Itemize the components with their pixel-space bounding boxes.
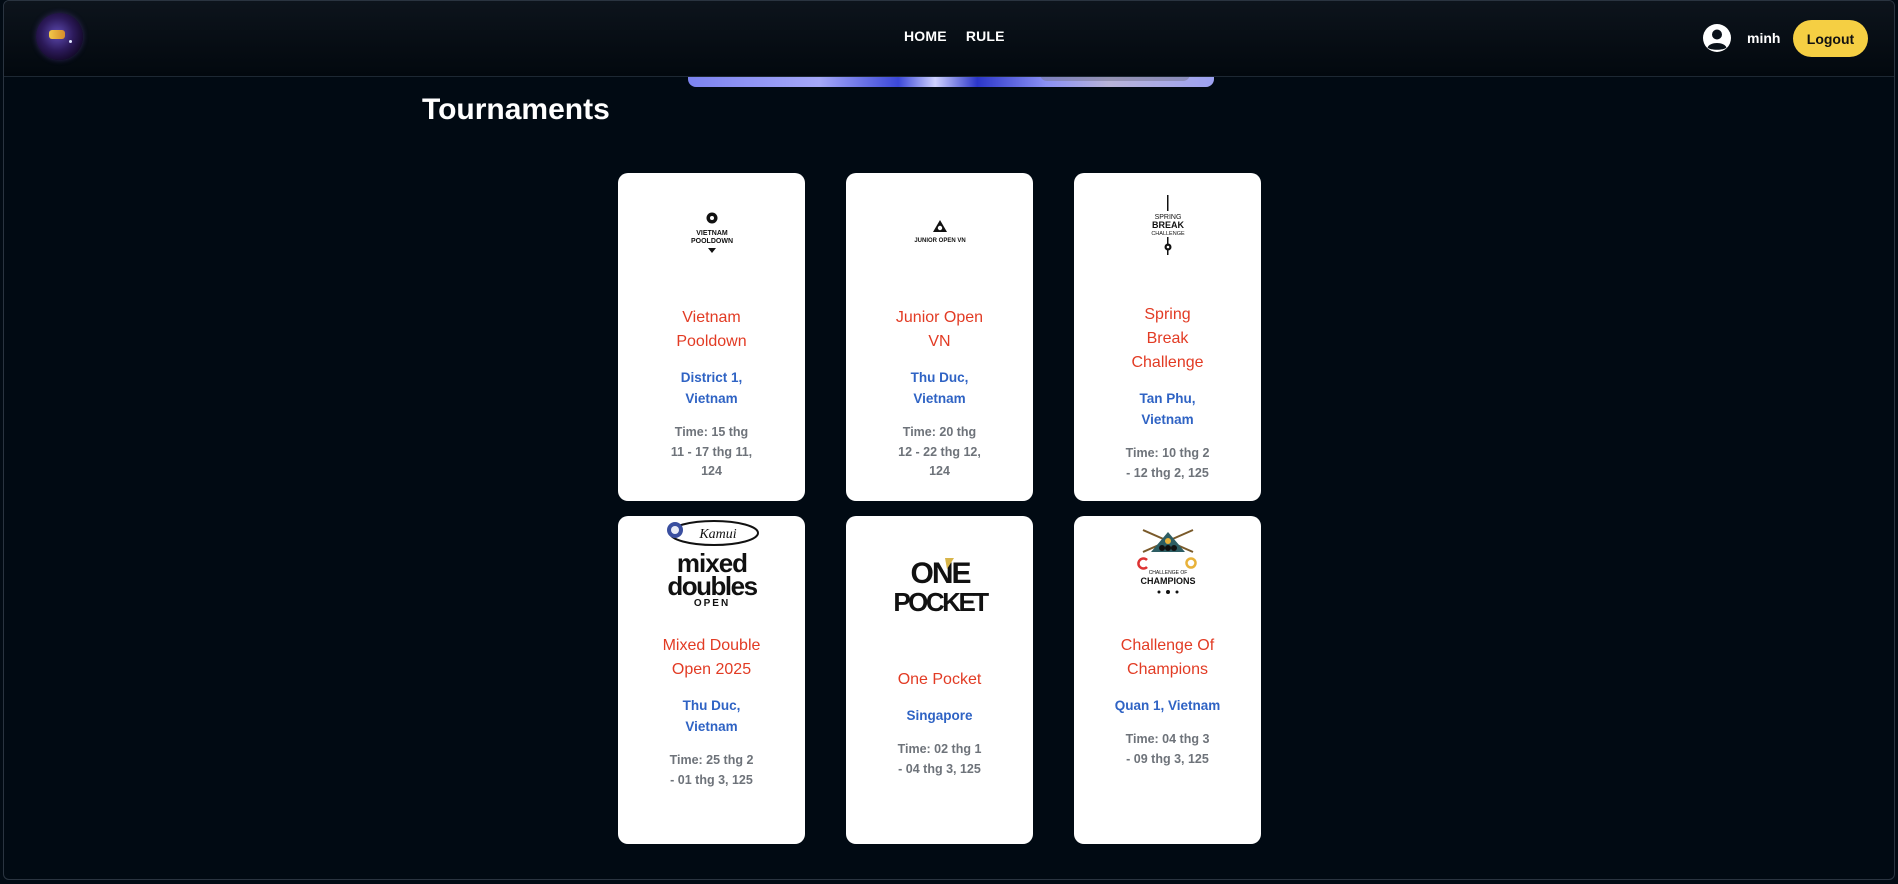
tournament-name[interactable]: One Pocket (885, 668, 995, 692)
svg-text:doubles: doubles (667, 571, 757, 601)
main-nav: HOME RULE (904, 28, 1005, 44)
tournament-logo: Kamui mixed doubles OPEN (618, 518, 805, 608)
nav-home-link[interactable]: HOME (904, 28, 947, 44)
svg-text:Kamui: Kamui (698, 527, 736, 542)
tournament-name[interactable]: Challenge Of Champions (1113, 634, 1223, 682)
browser-viewport: HOME RULE minh Logout Tournaments VIETNA… (3, 0, 1895, 880)
tournament-location: Thu Duc, Vietnam (682, 698, 741, 734)
tournament-location: District 1, Vietnam (680, 370, 743, 406)
tournament-time: Time: 25 thg 2 - 01 thg 3, 125 (669, 753, 754, 787)
tournament-time: Time: 02 thg 1 - 04 thg 3, 125 (897, 742, 982, 776)
logo-text: VIETNAM (696, 230, 728, 237)
tournament-name[interactable]: Mixed Double Open 2025 (657, 634, 767, 682)
tournament-logo: SPRING BREAK CHALLENGE (1074, 195, 1261, 255)
tournament-info: Vietnam Pooldown District 1, Vietnam Tim… (618, 306, 805, 482)
svg-text:POCKET: POCKET (893, 587, 989, 615)
tournament-info: One Pocket Singapore Time: 02 thg 1 - 04… (846, 668, 1033, 779)
tournament-logo: CHALLENGE OF CHAMPIONS (1074, 526, 1261, 602)
tournament-info: Mixed Double Open 2025 Thu Duc, Vietnam … (618, 634, 805, 790)
user-circle-icon[interactable] (1702, 23, 1732, 53)
svg-text:CHAMPIONS: CHAMPIONS (1140, 576, 1195, 586)
top-navbar: HOME RULE minh Logout (4, 1, 1894, 77)
tournament-card[interactable]: SPRING BREAK CHALLENGE Spring Break Chal… (1074, 173, 1261, 501)
tournament-location: Singapore (906, 708, 973, 723)
svg-text:JUNIOR OPEN VN: JUNIOR OPEN VN (914, 238, 965, 244)
logo-mark (49, 30, 65, 39)
site-logo[interactable] (36, 13, 83, 60)
tournament-info: Spring Break Challenge Tan Phu, Vietnam … (1074, 303, 1261, 483)
tournament-time: Time: 04 thg 3 - 09 thg 3, 125 (1125, 732, 1210, 766)
tournament-time: Time: 10 thg 2 - 12 thg 2, 125 (1125, 446, 1210, 480)
tournament-logo: VIETNAM POOLDOWN (618, 209, 805, 257)
tournament-time: Time: 15 thg 11 - 17 thg 11, 124 (670, 425, 753, 478)
tournament-card[interactable]: JUNIOR OPEN VN Junior Open VN Thu Duc, V… (846, 173, 1033, 501)
tournament-card[interactable]: CHALLENGE OF CHAMPIONS Challenge Of Cham… (1074, 516, 1261, 844)
tournament-card[interactable]: Kamui mixed doubles OPEN Mixed Double Op… (618, 516, 805, 844)
svg-text:ONE: ONE (910, 557, 970, 590)
svg-text:BREAK: BREAK (1151, 220, 1184, 230)
logout-button[interactable]: Logout (1793, 20, 1868, 57)
tournament-logo: ONE POCKET (846, 554, 1033, 616)
svg-text:CHALLENGE: CHALLENGE (1151, 231, 1185, 237)
tournament-card[interactable]: VIETNAM POOLDOWN Vietnam Pooldown Distri… (618, 173, 805, 501)
tournament-card[interactable]: ONE POCKET One Pocket Singapore Time: 02… (846, 516, 1033, 844)
tournament-info: Junior Open VN Thu Duc, Vietnam Time: 20… (846, 306, 1033, 482)
tournament-logo: JUNIOR OPEN VN (846, 217, 1033, 247)
user-name[interactable]: minh (1747, 30, 1780, 46)
tournament-time: Time: 20 thg 12 - 22 thg 12, 124 (898, 425, 981, 478)
tournament-location: Tan Phu, Vietnam (1139, 391, 1196, 427)
tournament-location: Thu Duc, Vietnam (910, 370, 969, 406)
svg-text:POOLDOWN: POOLDOWN (691, 238, 733, 245)
nav-rule-link[interactable]: RULE (966, 28, 1005, 44)
tournament-location: Quan 1, Vietnam (1114, 698, 1221, 713)
tournament-name[interactable]: Spring Break Challenge (1123, 303, 1213, 375)
svg-text:OPEN: OPEN (693, 598, 729, 607)
tournament-name[interactable]: Junior Open VN (885, 306, 995, 354)
tournament-info: Challenge Of Champions Quan 1, Vietnam T… (1074, 634, 1261, 769)
page-title: Tournaments (422, 93, 610, 126)
tournament-name[interactable]: Vietnam Pooldown (657, 306, 767, 354)
logo-dot (69, 40, 72, 43)
